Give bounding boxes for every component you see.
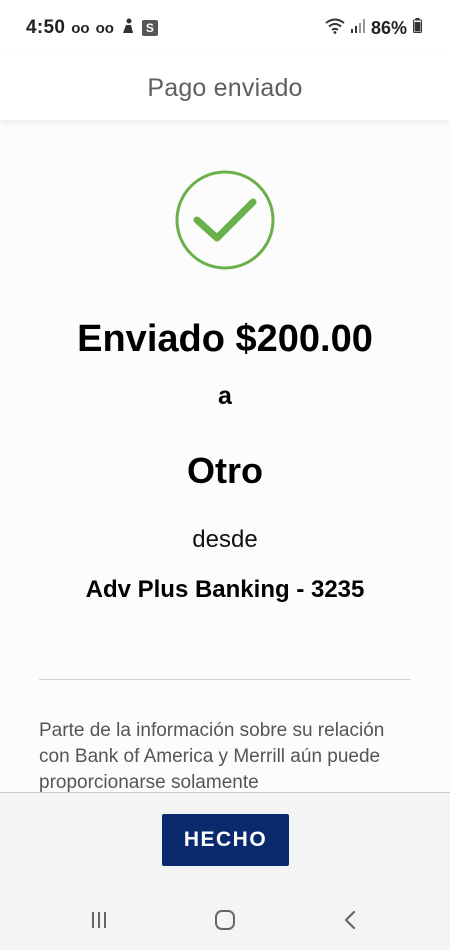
status-time: 4:50 — [26, 17, 66, 38]
back-icon[interactable] — [328, 900, 372, 940]
voicemail-icon: oo — [71, 19, 90, 37]
success-check-icon — [175, 170, 275, 270]
home-icon[interactable] — [203, 900, 247, 940]
divider — [39, 679, 411, 680]
system-nav-bar — [0, 890, 450, 950]
recipient-name: Otro — [187, 450, 263, 491]
wifi-icon — [325, 18, 345, 39]
recent-apps-icon[interactable] — [77, 900, 121, 940]
done-button[interactable]: HECHO — [162, 814, 289, 866]
page-header: Pago enviado — [0, 56, 450, 120]
connector-to: a — [218, 382, 232, 410]
status-left: 4:50 oo oo S — [26, 17, 158, 40]
page-title: Pago enviado — [147, 73, 303, 102]
battery-level: 86% — [370, 17, 407, 38]
source-account: Adv Plus Banking - 3235 — [85, 576, 365, 603]
sent-amount: Enviado $200.00 — [77, 318, 373, 360]
battery-icon — [413, 18, 422, 38]
status-bar: 4:50 oo oo S 86% — [0, 0, 450, 56]
status-right: 86% — [325, 18, 422, 39]
s-app-icon: S — [141, 20, 158, 36]
notification-icon — [120, 17, 136, 40]
footer: HECHO — [0, 792, 450, 890]
signal-icon — [350, 18, 365, 38]
disclaimer-text: Parte de la información sobre su relació… — [39, 720, 385, 792]
confirmation-panel: Enviado $200.00 a Otro desde Adv Plus Ba… — [0, 120, 450, 792]
connector-from: desde — [192, 526, 258, 553]
voicemail-icon: oo — [95, 19, 114, 37]
